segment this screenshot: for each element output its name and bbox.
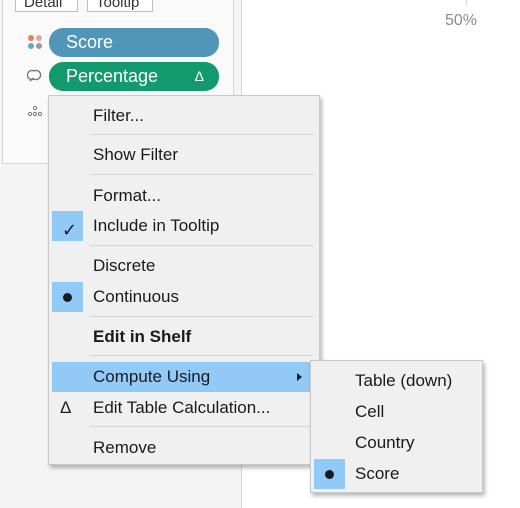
color-icon [28, 35, 42, 49]
compute-using-submenu: Table (down) Cell Country Score [310, 360, 483, 493]
axis-tick-mark [466, 0, 467, 6]
menu-item-show-filter[interactable]: Show Filter [52, 140, 316, 170]
score-pill-label: Score [66, 32, 114, 52]
label-icon [27, 69, 42, 82]
tooltip-button[interactable]: Tooltip [87, 0, 153, 12]
menu-separator [90, 316, 313, 317]
selected-indicator [314, 459, 345, 489]
menu-item-label: Compute Using [93, 367, 211, 386]
menu-item-label: Remove [93, 438, 157, 457]
checked-indicator: ✓ [52, 211, 83, 241]
radio-dot-icon [63, 293, 72, 302]
menu-item-discrete[interactable]: Discrete [52, 251, 316, 281]
delta-icon: Δ [194, 68, 204, 84]
selected-indicator [52, 282, 83, 312]
menu-item-compute-using[interactable]: Compute Using [52, 362, 316, 392]
menu-item-label: Filter... [93, 106, 145, 125]
submenu-arrow-icon [297, 373, 302, 381]
submenu-item-label: Table (down) [355, 371, 453, 390]
submenu-item-label: Score [355, 464, 400, 483]
score-pill[interactable]: Score [49, 28, 219, 57]
submenu-item-country[interactable]: Country [314, 428, 479, 458]
radio-dot-icon [325, 470, 334, 479]
menu-item-label: Discrete [93, 256, 156, 275]
menu-item-continuous[interactable]: Continuous [52, 282, 316, 312]
context-menu: Filter... Show Filter Format... ✓ Includ… [48, 95, 320, 465]
menu-separator [90, 355, 313, 356]
detail-button[interactable]: Detail [15, 0, 78, 12]
menu-separator [90, 426, 313, 427]
submenu-item-label: Country [355, 433, 415, 452]
menu-separator [90, 174, 313, 175]
menu-item-filter[interactable]: Filter... [52, 101, 316, 131]
axis-tick-label: 50% [445, 12, 478, 29]
menu-item-label: Include in Tooltip [93, 216, 220, 235]
menu-item-label: Show Filter [93, 145, 179, 164]
submenu-item-label: Cell [355, 402, 385, 421]
menu-item-label: Edit Table Calculation... [93, 398, 271, 417]
delta-icon: Δ [60, 398, 72, 417]
menu-separator [90, 134, 313, 135]
menu-item-format[interactable]: Format... [52, 181, 316, 211]
menu-item-edit-table-calculation[interactable]: Δ Edit Table Calculation... [52, 393, 316, 423]
menu-item-label: Continuous [93, 287, 180, 306]
submenu-item-score[interactable]: Score [314, 459, 479, 489]
checkmark-icon: ✓ [62, 220, 78, 240]
menu-item-edit-in-shelf[interactable]: Edit in Shelf [52, 322, 316, 352]
detail-icon [27, 105, 43, 117]
percentage-pill[interactable]: Percentage Δ [49, 62, 219, 91]
menu-separator [90, 245, 313, 246]
menu-item-remove[interactable]: Remove [52, 433, 316, 463]
menu-item-include-in-tooltip[interactable]: ✓ Include in Tooltip [52, 211, 316, 241]
menu-item-label: Format... [93, 186, 162, 205]
submenu-item-cell[interactable]: Cell [314, 397, 479, 427]
percentage-pill-label: Percentage [66, 66, 159, 86]
menu-item-label: Edit in Shelf [93, 327, 192, 346]
submenu-item-table-down[interactable]: Table (down) [314, 366, 479, 396]
